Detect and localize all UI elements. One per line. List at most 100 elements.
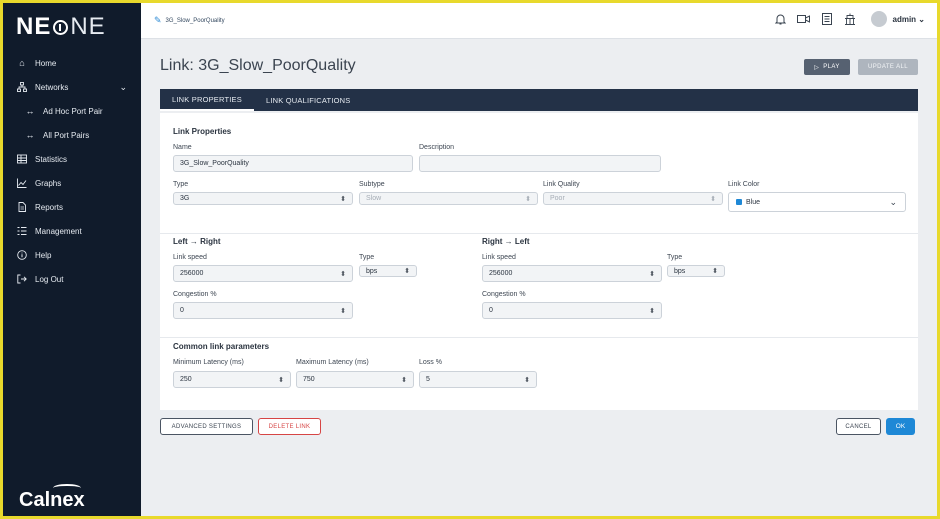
sidebar-item-label: Reports bbox=[35, 202, 64, 212]
stepper-icon[interactable]: ⬍ bbox=[278, 376, 284, 384]
sidebar-item-networks[interactable]: Networks ⌄ bbox=[3, 75, 141, 99]
sidebar-item-reports[interactable]: Reports bbox=[3, 195, 141, 219]
link-quality-label: Link Quality bbox=[543, 181, 580, 188]
sidebar-item-label: Graphs bbox=[35, 178, 62, 188]
right-type-select[interactable]: bps ⬍ bbox=[667, 265, 725, 277]
min-latency-input[interactable]: 250 ⬍ bbox=[173, 371, 291, 388]
sidebar-item-home[interactable]: ⌂ Home bbox=[3, 51, 141, 75]
breadcrumb-text: 3G_Slow_PoorQuality bbox=[165, 17, 225, 24]
advanced-settings-button[interactable]: ADVANCED SETTINGS bbox=[160, 418, 253, 435]
divider bbox=[160, 233, 918, 234]
list-icon bbox=[17, 226, 27, 236]
link-color-label: Link Color bbox=[728, 181, 760, 188]
user-name: admin bbox=[892, 14, 917, 24]
user-menu[interactable]: admin ⌄ bbox=[893, 15, 926, 24]
description-field[interactable] bbox=[419, 155, 661, 172]
link-properties-title: Link Properties bbox=[173, 127, 232, 136]
right-type-value: bps bbox=[674, 267, 686, 275]
max-latency-value: 750 bbox=[303, 376, 315, 383]
sidebar-item-ad-hoc-port-pair[interactable]: ↔ Ad Hoc Port Pair bbox=[3, 99, 141, 123]
subtype-value: Slow bbox=[366, 195, 382, 202]
logo-text-b: NE bbox=[70, 13, 106, 40]
info-icon bbox=[17, 250, 27, 260]
left-congestion-input[interactable]: 0 ⬍ bbox=[173, 302, 353, 319]
bell-icon[interactable] bbox=[774, 12, 788, 26]
left-congestion-value: 0 bbox=[180, 307, 184, 314]
notes-icon[interactable] bbox=[820, 12, 834, 26]
name-label: Name bbox=[173, 144, 192, 151]
sidebar-item-label: Log Out bbox=[35, 274, 64, 284]
delete-link-button[interactable]: DELETE LINK bbox=[258, 418, 321, 435]
left-type-value: bps bbox=[366, 267, 378, 275]
right-speed-value: 256000 bbox=[489, 270, 513, 277]
breadcrumb[interactable]: ✎ 3G_Slow_PoorQuality bbox=[154, 15, 225, 26]
left-type-label: Type bbox=[359, 254, 375, 261]
left-speed-label: Link speed bbox=[173, 254, 207, 261]
swap-arrows-icon: ↔ bbox=[25, 106, 35, 116]
max-latency-input[interactable]: 750 ⬍ bbox=[296, 371, 414, 388]
select-arrows-icon: ⬍ bbox=[525, 195, 531, 203]
right-left-title: Right → Left bbox=[482, 237, 530, 246]
video-icon[interactable] bbox=[797, 12, 811, 26]
name-field[interactable]: 3G_Slow_PoorQuality bbox=[173, 155, 413, 172]
settings-sliders-icon[interactable] bbox=[843, 12, 857, 26]
page-title: Link: 3G_Slow_PoorQuality bbox=[160, 57, 356, 74]
app-frame: NE NE ⌂ Home Networks ⌄ ↔ Ad Hoc Port Pa… bbox=[0, 0, 940, 519]
stepper-icon[interactable]: ⬍ bbox=[649, 270, 655, 278]
sidebar-item-help[interactable]: Help bbox=[3, 243, 141, 267]
sidebar-item-management[interactable]: Management bbox=[3, 219, 141, 243]
tab-link-properties[interactable]: LINK PROPERTIES bbox=[160, 89, 254, 111]
right-congestion-input[interactable]: 0 ⬍ bbox=[482, 302, 662, 319]
sidebar-item-log-out[interactable]: Log Out bbox=[3, 267, 141, 291]
neone-logo[interactable]: NE NE bbox=[16, 13, 106, 41]
sidebar-item-label: Home bbox=[35, 58, 57, 68]
table-icon bbox=[17, 154, 27, 164]
sidebar-item-label: All Port Pairs bbox=[43, 130, 90, 140]
name-value: 3G_Slow_PoorQuality bbox=[180, 160, 249, 167]
top-bar: ✎ 3G_Slow_PoorQuality admin ⌄ bbox=[141, 3, 937, 39]
sidebar-item-graphs[interactable]: Graphs bbox=[3, 171, 141, 195]
left-speed-input[interactable]: 256000 ⬍ bbox=[173, 265, 353, 282]
loss-input[interactable]: 5 ⬍ bbox=[419, 371, 537, 388]
left-right-title: Left → Right bbox=[173, 237, 221, 246]
play-icon: ▷ bbox=[814, 64, 820, 71]
update-all-button[interactable]: UPDATE ALL bbox=[858, 59, 918, 75]
link-quality-select[interactable]: Poor ⬍ bbox=[543, 192, 723, 205]
link-color-select[interactable]: Blue ⌄ bbox=[728, 192, 906, 212]
left-speed-value: 256000 bbox=[180, 270, 204, 277]
stepper-icon[interactable]: ⬍ bbox=[340, 270, 346, 278]
left-type-select[interactable]: bps ⬍ bbox=[359, 265, 417, 277]
stepper-icon[interactable]: ⬍ bbox=[524, 376, 530, 384]
select-arrows-icon: ⬍ bbox=[712, 268, 718, 275]
tab-bar: LINK PROPERTIES LINK QUALIFICATIONS bbox=[160, 89, 918, 111]
play-button-label: PLAY bbox=[823, 64, 840, 70]
stepper-icon[interactable]: ⬍ bbox=[401, 376, 407, 384]
stepper-icon[interactable]: ⬍ bbox=[340, 307, 346, 315]
logo-text-a: NE bbox=[16, 13, 52, 40]
sidebar-item-label: Help bbox=[35, 250, 52, 260]
sidebar-nav: ⌂ Home Networks ⌄ ↔ Ad Hoc Port Pair ↔ A… bbox=[3, 51, 141, 291]
ok-button[interactable]: OK bbox=[886, 418, 915, 435]
sidebar: NE NE ⌂ Home Networks ⌄ ↔ Ad Hoc Port Pa… bbox=[3, 3, 141, 516]
right-congestion-value: 0 bbox=[489, 307, 493, 314]
min-latency-label: Minimum Latency (ms) bbox=[173, 359, 244, 366]
sidebar-item-all-port-pairs[interactable]: ↔ All Port Pairs bbox=[3, 123, 141, 147]
tab-link-qualifications[interactable]: LINK QUALIFICATIONS bbox=[254, 89, 363, 111]
chevron-down-icon: ⌄ bbox=[918, 14, 925, 24]
cancel-button[interactable]: CANCEL bbox=[836, 418, 881, 435]
right-speed-input[interactable]: 256000 ⬍ bbox=[482, 265, 662, 282]
chevron-down-icon: ⌄ bbox=[889, 196, 897, 207]
sidebar-item-label: Networks bbox=[35, 82, 69, 92]
subtype-select[interactable]: Slow ⬍ bbox=[359, 192, 538, 205]
avatar[interactable] bbox=[870, 11, 887, 27]
sidebar-item-statistics[interactable]: Statistics bbox=[3, 147, 141, 171]
link-color-value: Blue bbox=[746, 198, 761, 206]
toolbar-icons: admin ⌄ bbox=[765, 11, 926, 27]
type-select[interactable]: 3G ⬍ bbox=[173, 192, 353, 205]
stepper-icon[interactable]: ⬍ bbox=[649, 307, 655, 315]
logo-arc bbox=[53, 484, 81, 492]
common-params-title: Common link parameters bbox=[173, 342, 270, 351]
swap-arrows-icon: ↔ bbox=[25, 130, 35, 140]
play-button[interactable]: ▷ PLAY bbox=[804, 59, 850, 75]
sidebar-item-label: Management bbox=[35, 226, 82, 236]
